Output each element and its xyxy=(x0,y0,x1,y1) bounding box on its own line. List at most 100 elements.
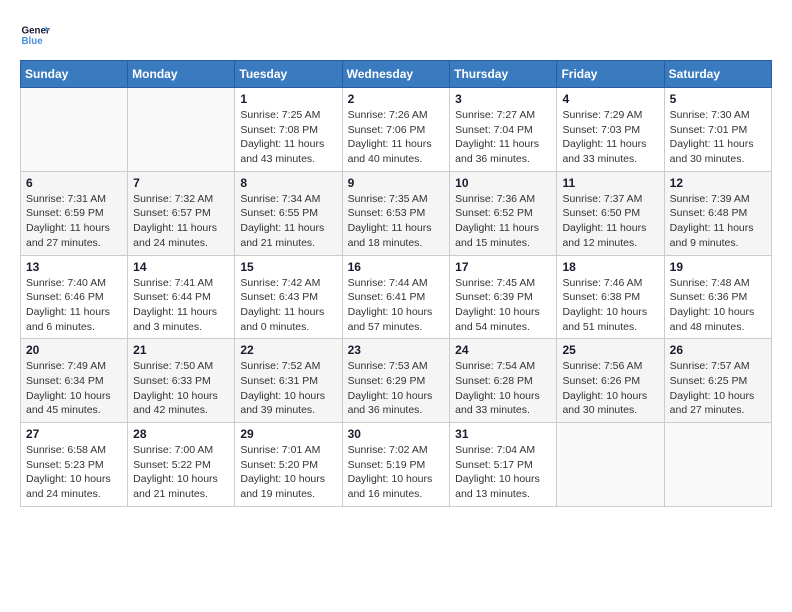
day-info-line: Sunrise: 7:49 AM xyxy=(26,359,122,374)
day-info-line: Sunset: 6:33 PM xyxy=(133,374,229,389)
weekday-header: Tuesday xyxy=(235,61,342,88)
calendar-week-row: 27 Sunrise: 6:58 AMSunset: 5:23 PM Dayligh… xyxy=(21,423,772,507)
day-info-line: Daylight: 10 hours and 54 minutes. xyxy=(455,305,551,334)
day-info-line: Sunset: 6:48 PM xyxy=(670,206,766,221)
calendar-cell: 30Sunrise: 7:02 AMSunset: 5:19 PMDayligh… xyxy=(342,423,450,507)
day-info-line: Sunset: 6:55 PM xyxy=(240,206,336,221)
calendar-cell: 9Sunrise: 7:35 AMSunset: 6:53 PMDaylight… xyxy=(342,171,450,255)
day-number: 13 xyxy=(26,260,122,274)
day-info-line: Sunset: 6:50 PM xyxy=(562,206,658,221)
day-number: 2 xyxy=(348,92,445,106)
weekday-header: Monday xyxy=(128,61,235,88)
calendar-cell xyxy=(557,423,664,507)
day-info-line: Daylight: 11 hours and 6 minutes. xyxy=(26,305,122,334)
day-number: 29 xyxy=(240,427,336,441)
day-info-line: Sunrise: 7:42 AM xyxy=(240,276,336,291)
day-info-line: Sunset: 6:34 PM xyxy=(26,374,122,389)
day-number: 15 xyxy=(240,260,336,274)
day-info-line: Sunrise: 7:32 AM xyxy=(133,192,229,207)
day-info-line: Sunset: 7:03 PM xyxy=(562,123,658,138)
day-number: 7 xyxy=(133,176,229,190)
day-info-line: Sunrise: 7:30 AM xyxy=(670,108,766,123)
day-info-line: Sunrise: 7:25 AM xyxy=(240,108,336,123)
day-info-line: Sunrise: 7:48 AM xyxy=(670,276,766,291)
day-info-line: Sunset: 6:36 PM xyxy=(670,290,766,305)
day-info-line: Sunrise: 7:46 AM xyxy=(562,276,658,291)
calendar-cell: 18Sunrise: 7:46 AMSunset: 6:38 PMDayligh… xyxy=(557,255,664,339)
day-info-line: Sunset: 7:08 PM xyxy=(240,123,336,138)
day-number: 5 xyxy=(670,92,766,106)
day-info-line: Sunrise: 7:31 AM xyxy=(26,192,122,207)
day-number: 22 xyxy=(240,343,336,357)
calendar-cell xyxy=(128,88,235,172)
day-info-line: Daylight: 11 hours and 12 minutes. xyxy=(562,221,658,250)
day-info-line: Sunset: 5:20 PM xyxy=(240,458,336,473)
day-info-line: Sunrise: 7:44 AM xyxy=(348,276,445,291)
day-info-line: Sunrise: 7:01 AM xyxy=(240,443,336,458)
calendar-cell: 20 Sunrise: 7:49 AMSunset: 6:34 PMDayligh… xyxy=(21,339,128,423)
weekday-header: Saturday xyxy=(664,61,771,88)
calendar-cell: 3Sunrise: 7:27 AMSunset: 7:04 PMDaylight… xyxy=(450,88,557,172)
day-info-line: Sunset: 7:06 PM xyxy=(348,123,445,138)
calendar-cell: 16Sunrise: 7:44 AMSunset: 6:41 PMDayligh… xyxy=(342,255,450,339)
calendar-week-row: 20Sunrise: 7:49 AMSunset: 6:34 PMDayligh… xyxy=(21,339,772,423)
calendar-cell: 27Sunrise: 6:58 AMSunset: 5:23 PMDayligh… xyxy=(21,423,128,507)
day-info-line: Sunset: 7:01 PM xyxy=(670,123,766,138)
weekday-header: Thursday xyxy=(450,61,557,88)
day-info-line: Sunrise: 7:57 AM xyxy=(670,359,766,374)
calendar-cell: 25Sunrise: 7:56 AMSunset: 6:26 PMDayligh… xyxy=(557,339,664,423)
calendar-week-row: 13Sunrise: 7:40 AMSunset: 6:46 PMDayligh… xyxy=(21,255,772,339)
day-info-line: Sunrise: 7:41 AM xyxy=(133,276,229,291)
calendar-cell: 15Sunrise: 7:42 AMSunset: 6:43 PMDayligh… xyxy=(235,255,342,339)
calendar-cell: 7Sunrise: 7:32 AMSunset: 6:57 PMDaylight… xyxy=(128,171,235,255)
calendar-cell: 1Sunrise: 7:25 AMSunset: 7:08 PMDaylight… xyxy=(235,88,342,172)
day-number: 21 xyxy=(133,343,229,357)
day-info-line: Sunrise: 7:56 AM xyxy=(562,359,658,374)
day-info-line: Sunset: 6:26 PM xyxy=(562,374,658,389)
day-info-line: Sunrise: 7:37 AM xyxy=(562,192,658,207)
calendar-table: SundayMondayTuesdayWednesdayThursdayFrid… xyxy=(20,60,772,507)
calendar-cell: 4Sunrise: 7:29 AMSunset: 7:03 PMDaylight… xyxy=(557,88,664,172)
day-info-line: Sunset: 5:22 PM xyxy=(133,458,229,473)
day-info-line: Daylight: 10 hours and 51 minutes. xyxy=(562,305,658,334)
calendar-cell: 12Sunrise: 7:39 AMSunset: 6:48 PMDayligh… xyxy=(664,171,771,255)
day-number: 20 xyxy=(26,343,122,357)
day-info-line: Sunrise: 7:29 AM xyxy=(562,108,658,123)
calendar-cell: 11Sunrise: 7:37 AMSunset: 6:50 PMDayligh… xyxy=(557,171,664,255)
day-info-line: Daylight: 10 hours and 30 minutes. xyxy=(562,389,658,418)
day-info-line: Sunset: 5:17 PM xyxy=(455,458,551,473)
calendar-cell: 23Sunrise: 7:53 AMSunset: 6:29 PMDayligh… xyxy=(342,339,450,423)
calendar-cell: 14Sunrise: 7:41 AMSunset: 6:44 PMDayligh… xyxy=(128,255,235,339)
day-info-line: Sunset: 6:25 PM xyxy=(670,374,766,389)
calendar-cell: 22Sunrise: 7:52 AMSunset: 6:31 PMDayligh… xyxy=(235,339,342,423)
day-info-line: Sunset: 6:29 PM xyxy=(348,374,445,389)
calendar-week-row: 6Sunrise: 7:31 AMSunset: 6:59 PMDaylight… xyxy=(21,171,772,255)
day-number: 27 xyxy=(26,427,122,441)
day-info-line: Daylight: 11 hours and 18 minutes. xyxy=(348,221,445,250)
day-number: 30 xyxy=(348,427,445,441)
calendar-cell: 24Sunrise: 7:54 AMSunset: 6:28 PMDayligh… xyxy=(450,339,557,423)
day-number: 24 xyxy=(455,343,551,357)
day-info-line: Daylight: 10 hours and 42 minutes. xyxy=(133,389,229,418)
day-info-line: Sunrise: 6:58 AM xyxy=(26,443,122,458)
weekday-header: Sunday xyxy=(21,61,128,88)
calendar-cell xyxy=(21,88,128,172)
calendar-cell: 10Sunrise: 7:36 AMSunset: 6:52 PMDayligh… xyxy=(450,171,557,255)
day-info-line: Daylight: 10 hours and 27 minutes. xyxy=(670,389,766,418)
day-info-line: Daylight: 11 hours and 27 minutes. xyxy=(26,221,122,250)
calendar-cell: 5Sunrise: 7:30 AMSunset: 7:01 PMDaylight… xyxy=(664,88,771,172)
day-info-line: Daylight: 10 hours and 19 minutes. xyxy=(240,472,336,501)
day-number: 26 xyxy=(670,343,766,357)
day-info-line: Sunrise: 7:00 AM xyxy=(133,443,229,458)
calendar-cell: 2Sunrise: 7:26 AMSunset: 7:06 PMDaylight… xyxy=(342,88,450,172)
day-info-line: Daylight: 10 hours and 16 minutes. xyxy=(348,472,445,501)
day-info-line: Sunset: 5:23 PM xyxy=(26,458,122,473)
day-number: 9 xyxy=(348,176,445,190)
calendar-header-row: SundayMondayTuesdayWednesdayThursdayFrid… xyxy=(21,61,772,88)
page-header: General Blue xyxy=(20,20,772,50)
day-info-line: Daylight: 11 hours and 15 minutes. xyxy=(455,221,551,250)
day-info-line: Sunrise: 7:53 AM xyxy=(348,359,445,374)
day-info-line: Daylight: 10 hours and 45 minutes. xyxy=(26,389,122,418)
calendar-cell: 31Sunrise: 7:04 AMSunset: 5:17 PMDayligh… xyxy=(450,423,557,507)
day-number: 28 xyxy=(133,427,229,441)
